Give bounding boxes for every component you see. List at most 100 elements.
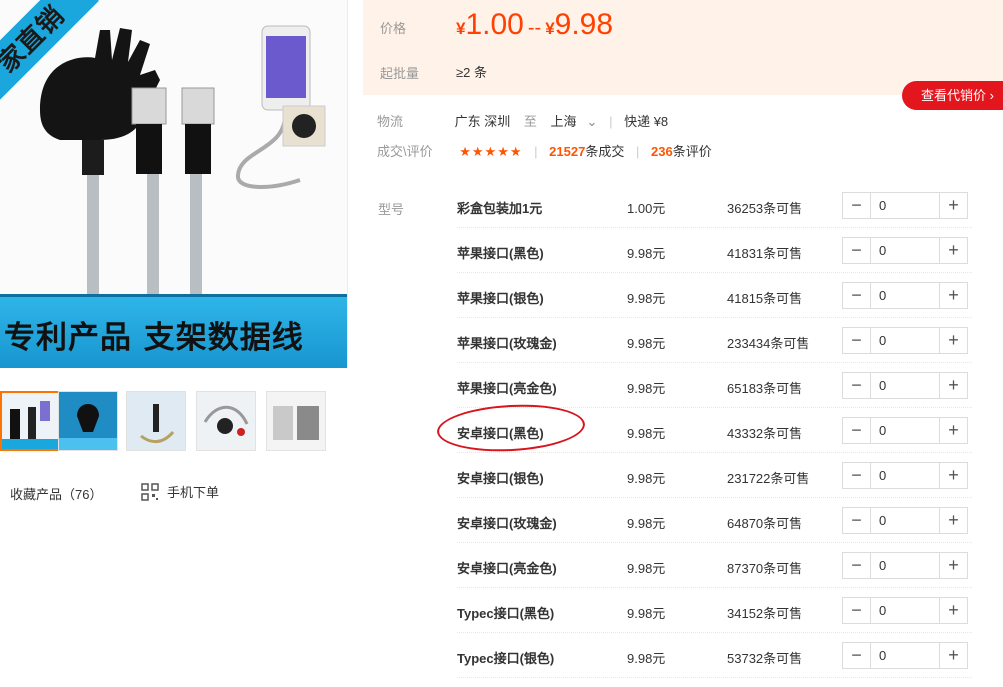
qr-code-icon bbox=[141, 482, 159, 501]
quantity-input[interactable]: 0 bbox=[871, 418, 939, 443]
decrement-button[interactable]: − bbox=[843, 283, 871, 308]
decrement-button[interactable]: − bbox=[843, 463, 871, 488]
sku-name: 苹果接口(亮金色) bbox=[457, 381, 557, 396]
decrement-button[interactable]: − bbox=[843, 553, 871, 578]
quantity-input[interactable]: 0 bbox=[871, 553, 939, 578]
quantity-input[interactable]: 0 bbox=[871, 598, 939, 623]
increment-button[interactable]: + bbox=[939, 463, 967, 488]
quantity-input[interactable]: 0 bbox=[871, 373, 939, 398]
sku-stock: 233434条可售 bbox=[727, 336, 810, 351]
thumbnail-5[interactable] bbox=[266, 391, 326, 451]
sku-stock: 53732条可售 bbox=[727, 651, 803, 666]
review-unit: 条评价 bbox=[672, 144, 712, 159]
ship-to-word: 至 bbox=[523, 114, 537, 129]
sku-stock: 65183条可售 bbox=[727, 381, 803, 396]
quantity-input[interactable]: 0 bbox=[871, 328, 939, 353]
quantity-stepper: −0 + bbox=[842, 462, 968, 489]
sku-row: Typec接口(银色) 9.98元 53732条可售 −0 + bbox=[457, 633, 972, 678]
price-separator: -- bbox=[527, 17, 542, 39]
quantity-input[interactable]: 0 bbox=[871, 643, 939, 668]
increment-button[interactable]: + bbox=[939, 373, 967, 398]
mobile-order[interactable]: 手机下单 bbox=[141, 482, 219, 501]
sold-count: 21527 bbox=[549, 144, 586, 159]
decrement-button[interactable]: − bbox=[843, 193, 871, 218]
sku-name: 彩盒包装加1元 bbox=[457, 201, 543, 216]
quantity-input[interactable]: 0 bbox=[871, 463, 939, 488]
logistics-label: 物流 bbox=[377, 114, 404, 129]
increment-button[interactable]: + bbox=[939, 238, 967, 263]
increment-button[interactable]: + bbox=[939, 418, 967, 443]
ship-to-value: 上海 bbox=[550, 114, 577, 129]
sku-row: 彩盒包装加1元 1.00元 36253条可售 −0 + bbox=[457, 183, 972, 228]
decrement-button[interactable]: − bbox=[843, 643, 871, 668]
sku-name: 安卓接口(玫瑰金) bbox=[457, 516, 557, 531]
increment-button[interactable]: + bbox=[939, 283, 967, 308]
reviews-label: 成交\评价 bbox=[377, 144, 433, 159]
increment-button[interactable]: + bbox=[939, 553, 967, 578]
sku-name: 苹果接口(银色) bbox=[457, 291, 544, 306]
sku-name: Typec接口(黑色) bbox=[457, 606, 555, 621]
sku-price: 9.98元 bbox=[627, 606, 666, 621]
shipping-fee: 快递 ¥8 bbox=[624, 114, 669, 129]
review-count-link[interactable]: 236条评价 bbox=[651, 144, 712, 159]
decrement-button[interactable]: − bbox=[843, 508, 871, 533]
thumbnail-2[interactable] bbox=[58, 391, 118, 451]
sku-row: 安卓接口(银色) 9.98元 231722条可售 −0 + bbox=[457, 453, 972, 498]
divider: | bbox=[635, 144, 640, 159]
decrement-button[interactable]: − bbox=[843, 373, 871, 398]
decrement-button[interactable]: − bbox=[843, 418, 871, 443]
price-label: 价格 bbox=[380, 21, 407, 36]
quantity-input[interactable]: 0 bbox=[871, 283, 939, 308]
chevron-down-icon: ⌄ bbox=[586, 114, 598, 129]
sold-count-link[interactable]: 21527条成交 bbox=[549, 144, 624, 159]
favorite-product[interactable]: 收藏产品（76） bbox=[0, 484, 102, 503]
sku-price: 9.98元 bbox=[627, 336, 666, 351]
sku-stock: 87370条可售 bbox=[727, 561, 803, 576]
increment-button[interactable]: + bbox=[939, 193, 967, 218]
increment-button[interactable]: + bbox=[939, 328, 967, 353]
thumbnail-1[interactable] bbox=[0, 391, 60, 451]
price-panel: 价格 ¥1.00 -- ¥9.98 起批量 ≥2 条 bbox=[363, 0, 1003, 95]
sku-name: 苹果接口(玫瑰金) bbox=[457, 336, 557, 351]
favorite-label: 收藏产品（76） bbox=[10, 487, 103, 502]
review-count: 236 bbox=[650, 144, 673, 159]
sku-row: 苹果接口(银色) 9.98元 41815条可售 −0 + bbox=[457, 273, 972, 318]
product-banner: 专利产品 支架数据线 bbox=[0, 294, 347, 368]
increment-button[interactable]: + bbox=[939, 508, 967, 533]
decrement-button[interactable]: − bbox=[843, 598, 871, 623]
increment-button[interactable]: + bbox=[939, 643, 967, 668]
ship-to-select[interactable]: 上海 ⌄ bbox=[551, 114, 598, 129]
sku-price: 9.98元 bbox=[627, 246, 666, 261]
quantity-stepper: −0 + bbox=[842, 552, 968, 579]
sku-price: 1.00元 bbox=[627, 201, 666, 216]
view-agent-price-button[interactable]: 查看代销价 › bbox=[902, 81, 1003, 110]
sku-name: 安卓接口(银色) bbox=[457, 471, 544, 486]
thumbnail-3[interactable] bbox=[126, 391, 186, 451]
decrement-button[interactable]: − bbox=[843, 328, 871, 353]
quantity-input[interactable]: 0 bbox=[871, 508, 939, 533]
sku-row: 安卓接口(亮金色) 9.98元 87370条可售 −0 + bbox=[457, 543, 972, 588]
increment-button[interactable]: + bbox=[939, 598, 967, 623]
rating-stars-icon: ★★★★★ bbox=[459, 144, 523, 159]
divider: | bbox=[534, 144, 538, 159]
sku-name: 苹果接口(黑色) bbox=[457, 246, 544, 261]
sku-stock: 231722条可售 bbox=[727, 471, 810, 486]
sku-price: 9.98元 bbox=[627, 291, 666, 306]
quantity-input[interactable]: 0 bbox=[871, 193, 939, 218]
quantity-stepper: −0 + bbox=[842, 282, 968, 309]
ship-from: 广东 深圳 bbox=[454, 114, 511, 129]
sku-stock: 43332条可售 bbox=[727, 426, 803, 441]
price-max: 9.98 bbox=[554, 8, 614, 41]
divider: | bbox=[609, 114, 613, 129]
quantity-stepper: −0 + bbox=[842, 507, 968, 534]
quantity-stepper: −0 + bbox=[842, 417, 968, 444]
sku-stock: 34152条可售 bbox=[727, 606, 803, 621]
product-main-image[interactable]: 家直销 专利产品 支架数据线 bbox=[0, 0, 348, 368]
sku-row: 安卓接口(玫瑰金) 9.98元 64870条可售 −0 + bbox=[457, 498, 972, 543]
decrement-button[interactable]: − bbox=[843, 238, 871, 263]
thumbnail-4[interactable] bbox=[196, 391, 256, 451]
sku-row: 苹果接口(黑色) 9.98元 41831条可售 −0 + bbox=[457, 228, 972, 273]
sku-stock: 41831条可售 bbox=[727, 246, 803, 261]
quantity-input[interactable]: 0 bbox=[871, 238, 939, 263]
quantity-stepper: −0 + bbox=[842, 237, 968, 264]
